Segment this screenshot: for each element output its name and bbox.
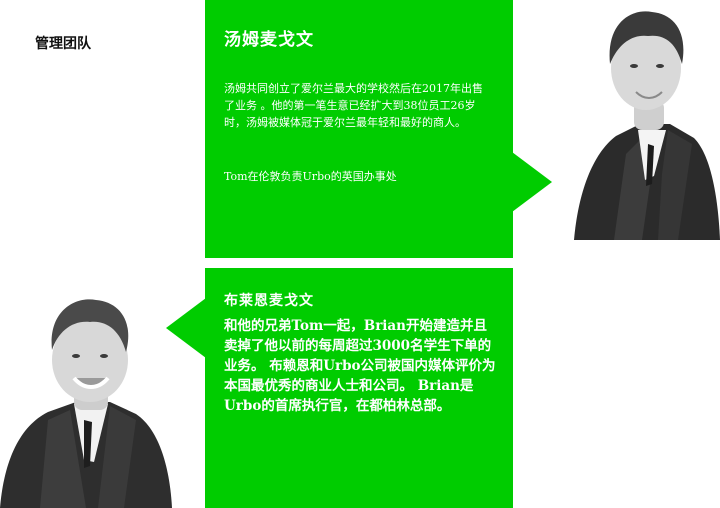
member-name: 汤姆麦戈文 <box>224 30 314 50</box>
team-member-card-tom: 汤姆麦戈文 汤姆共同创立了爱尔兰最大的学校然后在2017年出售了业务 。他的第一… <box>205 0 513 258</box>
card-pointer-right <box>512 152 552 212</box>
portrait-photo-brian <box>0 299 172 508</box>
team-member-card-brian: 布莱恩麦戈文 和他的兄弟Tom一起，Brian开始建造并且卖掉了他以前的每周超过… <box>205 268 513 508</box>
member-bio: 汤姆共同创立了爱尔兰最大的学校然后在2017年出售了业务 。他的第一笔生意已经扩… <box>224 82 483 129</box>
portrait-photo-tom <box>574 11 720 240</box>
member-bio: 和他的兄弟Tom一起，Brian开始建造并且卖掉了他以前的每周超过3000名学生… <box>224 318 496 414</box>
card-pointer-left <box>166 298 206 358</box>
member-name: 布莱恩麦戈文 <box>224 293 314 309</box>
member-note: Tom在伦敦负责Urbo的英国办事处 <box>224 170 397 183</box>
section-title: 管理团队 <box>35 36 91 52</box>
